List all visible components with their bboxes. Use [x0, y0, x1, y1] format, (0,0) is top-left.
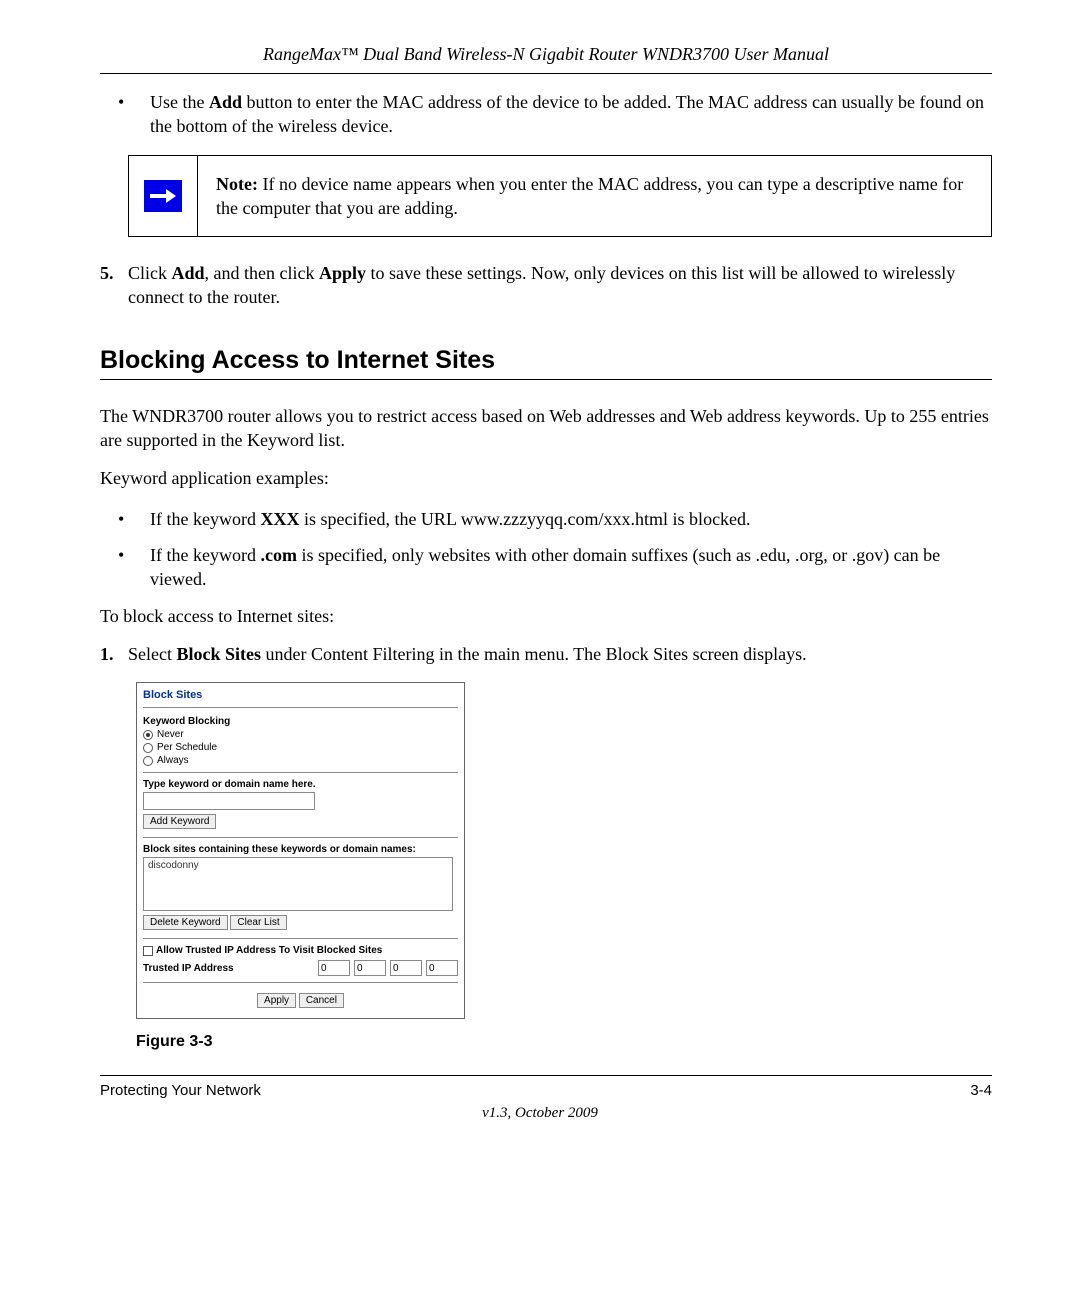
- trusted-ip-fields: 0 0 0 0: [318, 960, 458, 976]
- text: Use the: [150, 92, 209, 112]
- type-keyword-label: Type keyword or domain name here.: [143, 779, 458, 790]
- trusted-ip-label: Trusted IP Address: [143, 963, 234, 974]
- block-steps: 1. Select Block Sites under Content Filt…: [100, 642, 992, 666]
- footer-right: 3-4: [970, 1082, 992, 1099]
- text: is specified, the URL www.zzzyyqq.com/xx…: [299, 509, 750, 529]
- intro-paragraph: The WNDR3700 router allows you to restri…: [100, 404, 992, 453]
- note-box: Note: If no device name appears when you…: [128, 155, 992, 238]
- text: If the keyword: [150, 509, 260, 529]
- screenshot-footer: Apply Cancel: [143, 991, 458, 1010]
- figure-caption: Figure 3-3: [136, 1033, 992, 1051]
- bold-add: Add: [172, 263, 205, 283]
- text: If the keyword: [150, 545, 260, 565]
- separator: [143, 772, 458, 773]
- note-body: If no device name appears when you enter…: [216, 174, 963, 218]
- list-item: discodonny: [148, 860, 199, 871]
- arrow-right-icon: [144, 180, 182, 212]
- ip-octet-input[interactable]: 0: [390, 960, 422, 976]
- note-icon-cell: [128, 155, 197, 238]
- examples-list: If the keyword XXX is specified, the URL…: [100, 507, 992, 592]
- step-number: 1.: [100, 642, 114, 666]
- section-rule: [100, 379, 992, 380]
- ip-octet-input[interactable]: 0: [354, 960, 386, 976]
- clear-list-button[interactable]: Clear List: [230, 915, 286, 930]
- numbered-list: 5. Click Add, and then click Apply to sa…: [100, 261, 992, 310]
- screenshot-title: Block Sites: [143, 689, 458, 708]
- block-list-label: Block sites containing these keywords or…: [143, 844, 458, 855]
- radio-icon: [143, 756, 153, 766]
- note-label: Note:: [216, 174, 258, 194]
- examples-label: Keyword application examples:: [100, 466, 992, 490]
- separator: [143, 938, 458, 939]
- bullet-item: Use the Add button to enter the MAC addr…: [100, 90, 992, 139]
- trusted-ip-row: Trusted IP Address 0 0 0 0: [143, 960, 458, 976]
- radio-label: Per Schedule: [157, 742, 217, 753]
- radio-label: Never: [157, 729, 184, 740]
- step-5: 5. Click Add, and then click Apply to sa…: [100, 261, 992, 310]
- to-block-label: To block access to Internet sites:: [100, 604, 992, 628]
- bold-block-sites: Block Sites: [176, 644, 261, 664]
- text: Select: [128, 644, 176, 664]
- keyword-blocking-label: Keyword Blocking: [143, 716, 458, 727]
- bold-xxx: XXX: [260, 509, 299, 529]
- bold-apply: Apply: [319, 263, 366, 283]
- text: , and then click: [205, 263, 319, 283]
- footer-left: Protecting Your Network: [100, 1082, 261, 1099]
- radio-icon: [143, 730, 153, 740]
- footer-rule: [100, 1075, 992, 1076]
- text: button to enter the MAC address of the d…: [150, 92, 984, 136]
- footer-row: Protecting Your Network 3-4: [100, 1082, 992, 1099]
- radio-label: Always: [157, 755, 189, 766]
- screenshot-wrap: Block Sites Keyword Blocking Never Per S…: [136, 682, 992, 1019]
- note-text: Note: If no device name appears when you…: [197, 155, 992, 238]
- bullet-list: Use the Add button to enter the MAC addr…: [100, 90, 992, 139]
- delete-keyword-button[interactable]: Delete Keyword: [143, 915, 228, 930]
- cancel-button[interactable]: Cancel: [299, 993, 344, 1008]
- step-number: 5.: [100, 261, 114, 285]
- add-keyword-button[interactable]: Add Keyword: [143, 814, 216, 829]
- bold-com: .com: [260, 545, 296, 565]
- separator: [143, 982, 458, 983]
- text: under Content Filtering in the main menu…: [261, 644, 807, 664]
- ip-octet-input[interactable]: 0: [426, 960, 458, 976]
- radio-always[interactable]: Always: [143, 755, 458, 766]
- radio-icon: [143, 743, 153, 753]
- keyword-listbox[interactable]: discodonny: [143, 857, 453, 911]
- example-item: If the keyword XXX is specified, the URL…: [100, 507, 992, 531]
- text: Click: [128, 263, 172, 283]
- checkbox-icon: [143, 946, 153, 956]
- apply-button[interactable]: Apply: [257, 993, 296, 1008]
- keyword-input[interactable]: [143, 792, 315, 810]
- step-1: 1. Select Block Sites under Content Filt…: [100, 642, 992, 666]
- page-content: Use the Add button to enter the MAC addr…: [100, 90, 992, 1051]
- allow-trusted-label: Allow Trusted IP Address To Visit Blocke…: [156, 945, 382, 956]
- block-sites-screenshot: Block Sites Keyword Blocking Never Per S…: [136, 682, 465, 1019]
- section-heading: Blocking Access to Internet Sites: [100, 346, 992, 375]
- bold-add: Add: [209, 92, 242, 112]
- separator: [143, 837, 458, 838]
- allow-trusted-row[interactable]: Allow Trusted IP Address To Visit Blocke…: [143, 945, 458, 956]
- footer-version: v1.3, October 2009: [84, 1105, 996, 1122]
- radio-never[interactable]: Never: [143, 729, 458, 740]
- radio-per-schedule[interactable]: Per Schedule: [143, 742, 458, 753]
- page-header: RangeMax™ Dual Band Wireless-N Gigabit R…: [100, 44, 992, 74]
- example-item: If the keyword .com is specified, only w…: [100, 543, 992, 592]
- ip-octet-input[interactable]: 0: [318, 960, 350, 976]
